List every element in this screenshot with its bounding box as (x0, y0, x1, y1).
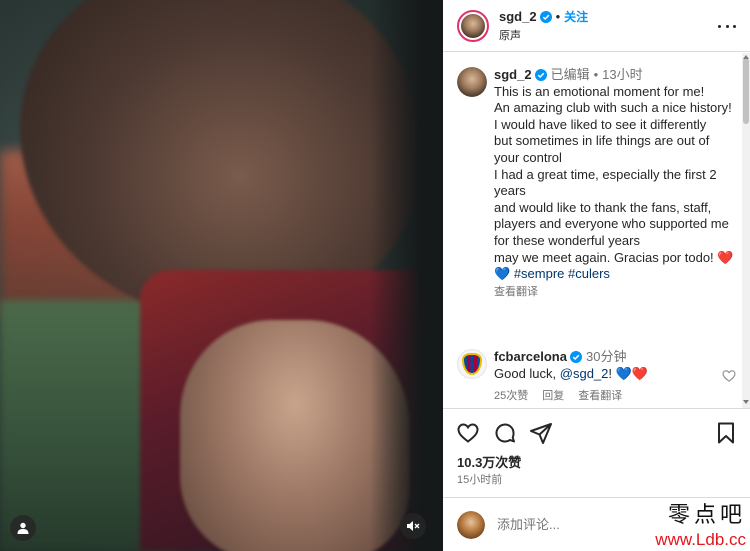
fcbarcelona-avatar[interactable] (457, 349, 487, 379)
author-username[interactable]: sgd_2 (499, 9, 537, 24)
like-count[interactable]: 10.3万次赞 (457, 452, 521, 471)
comment-mention[interactable]: @sgd_2 (560, 366, 609, 381)
media-shadow (370, 0, 443, 551)
more-options-button[interactable] (718, 18, 736, 34)
caption-time[interactable]: 13小时 (602, 67, 642, 84)
post-header: sgd_2 • 关注 原声 (443, 0, 750, 52)
user-tag-button[interactable] (10, 515, 36, 541)
bookmark-icon[interactable] (714, 421, 738, 445)
caption-text: This is an emotional moment for me! An a… (494, 83, 734, 282)
verified-icon (539, 10, 552, 23)
comment-item: fcbarcelona 30分钟 Good luck, @sgd_2! 💙❤️ … (457, 349, 737, 405)
caption-entry: sgd_2 已编辑 • 13小时 This is an emotional mo… (457, 67, 737, 300)
barca-crest-icon (462, 353, 482, 375)
comment-likes[interactable]: 25次赞 (494, 388, 528, 405)
verified-icon (534, 69, 547, 82)
post-time[interactable]: 15小时前 (457, 471, 502, 487)
verified-icon (569, 351, 582, 364)
watermark-top: 零点吧 (667, 503, 746, 528)
author-avatar[interactable] (457, 9, 489, 42)
mute-button[interactable] (400, 513, 426, 539)
more-icon (718, 24, 721, 28)
comment-username[interactable]: fcbarcelona (494, 349, 567, 366)
caption-translate-link[interactable]: 查看翻译 (494, 284, 737, 301)
scroll-down-icon[interactable] (743, 400, 749, 404)
scrollbar-thumb[interactable] (743, 58, 749, 124)
comment-input[interactable] (497, 517, 617, 532)
heart-icon[interactable] (456, 421, 480, 445)
post-actions: 10.3万次赞 15小时前 (443, 408, 750, 488)
user-tag-icon (17, 522, 29, 534)
follow-button[interactable]: 关注 (564, 8, 588, 25)
separator-dot: • (555, 9, 561, 24)
caption-username[interactable]: sgd_2 (494, 67, 532, 84)
comment-like-icon[interactable] (722, 369, 736, 383)
speaker-muted-icon (407, 521, 420, 531)
caption-avatar[interactable] (457, 67, 487, 97)
comment-translate-link[interactable]: 查看翻译 (578, 388, 622, 405)
edited-label: 已编辑 (550, 67, 590, 82)
comment-icon[interactable] (493, 421, 517, 445)
watermark-url: www.Ldb.cc (655, 530, 746, 549)
scroll-up-icon[interactable] (743, 55, 749, 59)
post-media[interactable] (0, 0, 443, 551)
share-icon[interactable] (529, 421, 553, 445)
caption-hashtags[interactable]: #sempre #culers (514, 266, 610, 281)
audio-label[interactable]: 原声 (499, 27, 588, 43)
post-side-panel: sgd_2 • 关注 原声 sgd_2 已编辑 • 13小时 This is a… (443, 0, 750, 551)
viewer-avatar (457, 510, 485, 539)
comments-section[interactable]: sgd_2 已编辑 • 13小时 This is an emotional mo… (443, 53, 750, 408)
comment-text: Good luck, @sgd_2! 💙❤️ (494, 365, 648, 381)
comment-reply-button[interactable]: 回复 (542, 388, 564, 405)
site-watermark: 零点吧 www.Ldb.cc (614, 503, 746, 551)
comment-time[interactable]: 30分钟 (586, 349, 626, 366)
